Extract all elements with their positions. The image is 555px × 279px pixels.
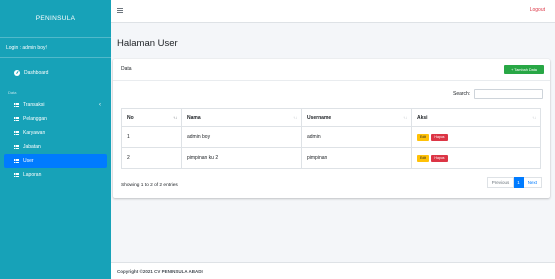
column-header-username[interactable]: Username ↑↓ bbox=[301, 108, 412, 127]
cell-no: 1 bbox=[121, 126, 182, 148]
delete-button[interactable]: Hapus bbox=[431, 133, 448, 141]
footer-copyright: Copyright ©2021 CV PENINSULA ABADI bbox=[117, 269, 203, 274]
edit-button[interactable]: Edit bbox=[417, 154, 430, 162]
sidebar-section-header: Data bbox=[8, 90, 17, 95]
footer: Copyright ©2021 CV PENINSULA ABADI bbox=[111, 262, 555, 279]
sidebar-item-label: Dashboard bbox=[24, 69, 49, 76]
sidebar-item-label: Karyawan bbox=[23, 130, 46, 136]
column-header-no[interactable]: No ↑↓ bbox=[121, 108, 182, 127]
cell-nama: pimpinan ku 2 bbox=[181, 147, 302, 169]
logout-link[interactable]: Logout bbox=[530, 7, 545, 13]
cell-nama: admin boy bbox=[181, 126, 302, 148]
delete-button[interactable]: Hapus bbox=[431, 154, 448, 162]
pagination-next[interactable]: Next bbox=[523, 177, 542, 188]
search-label: Search: bbox=[453, 91, 471, 97]
chevron-left-icon: ‹ bbox=[99, 102, 101, 108]
sort-asc-icon: ↑↓ bbox=[173, 115, 177, 120]
table-icon bbox=[14, 130, 19, 136]
sidebar-item-label: Laporan bbox=[23, 172, 42, 178]
cell-username: admin bbox=[301, 126, 412, 148]
card-title: Data bbox=[121, 66, 132, 72]
cell-aksi: Edit Hapus bbox=[411, 147, 541, 169]
sidebar-item-label: Jabatan bbox=[23, 144, 41, 150]
table-icon bbox=[14, 102, 19, 108]
add-data-button[interactable]: + Tambah Data bbox=[504, 65, 544, 74]
search-input[interactable] bbox=[474, 89, 543, 99]
table-icon bbox=[14, 116, 19, 122]
table-icon bbox=[14, 144, 19, 150]
sidebar-item-label: Transaksi bbox=[23, 102, 45, 108]
menu-toggle-icon[interactable] bbox=[117, 8, 123, 13]
data-card: Data + Tambah Data Search: No ↑↓ Nama ↑↓ U… bbox=[113, 59, 550, 198]
cell-username: pimpinan bbox=[301, 147, 412, 169]
pagination: Previous 1 Next bbox=[486, 177, 542, 188]
sidebar-item-jabatan[interactable]: Jabatan bbox=[4, 140, 107, 154]
sidebar-item-karyawan[interactable]: Karyawan bbox=[4, 126, 107, 140]
cell-aksi: Edit Hapus bbox=[411, 126, 541, 148]
column-header-nama[interactable]: Nama ↑↓ bbox=[181, 108, 302, 127]
page-title: Halaman User bbox=[117, 38, 178, 49]
table-row: 1 admin boy admin Edit Hapus bbox=[121, 126, 541, 148]
table-info: Showing 1 to 2 of 2 entries bbox=[121, 183, 178, 188]
card-header: Data + Tambah Data bbox=[113, 59, 550, 81]
user-table: No ↑↓ Nama ↑↓ Username ↑↓ Aksi ↑↓ 1 admin bo… bbox=[121, 108, 541, 169]
brand-logo[interactable]: PENINSULA bbox=[0, 0, 111, 38]
dashboard-gauge-icon bbox=[14, 69, 20, 76]
cell-no: 2 bbox=[121, 147, 182, 169]
column-header-aksi[interactable]: Aksi ↑↓ bbox=[411, 108, 541, 127]
sort-icon: ↑↓ bbox=[532, 115, 536, 120]
table-icon bbox=[14, 158, 19, 164]
sidebar-item-label: Pelanggan bbox=[23, 116, 47, 122]
sidebar-item-pelanggan[interactable]: Pelanggan bbox=[4, 112, 107, 126]
pagination-page-1[interactable]: 1 bbox=[514, 177, 524, 188]
sidebar-item-user[interactable]: User bbox=[4, 154, 107, 168]
top-navbar: Logout bbox=[111, 0, 555, 23]
sidebar-item-dashboard[interactable]: Dashboard bbox=[4, 66, 107, 79]
sidebar-item-transaksi[interactable]: Transaksi ‹ bbox=[4, 98, 107, 112]
table-row: 2 pimpinan ku 2 pimpinan Edit Hapus bbox=[121, 147, 541, 169]
sidebar-item-laporan[interactable]: Laporan bbox=[4, 168, 107, 182]
table-icon bbox=[14, 172, 19, 178]
sort-icon: ↑↓ bbox=[293, 115, 297, 120]
edit-button[interactable]: Edit bbox=[417, 133, 430, 141]
sort-icon: ↑↓ bbox=[403, 115, 407, 120]
pagination-previous[interactable]: Previous bbox=[486, 177, 515, 188]
sidebar: PENINSULA Login : admin boy! Dashboard D… bbox=[0, 0, 111, 279]
user-login-info: Login : admin boy! bbox=[0, 38, 111, 58]
sidebar-item-label: User bbox=[23, 158, 34, 164]
